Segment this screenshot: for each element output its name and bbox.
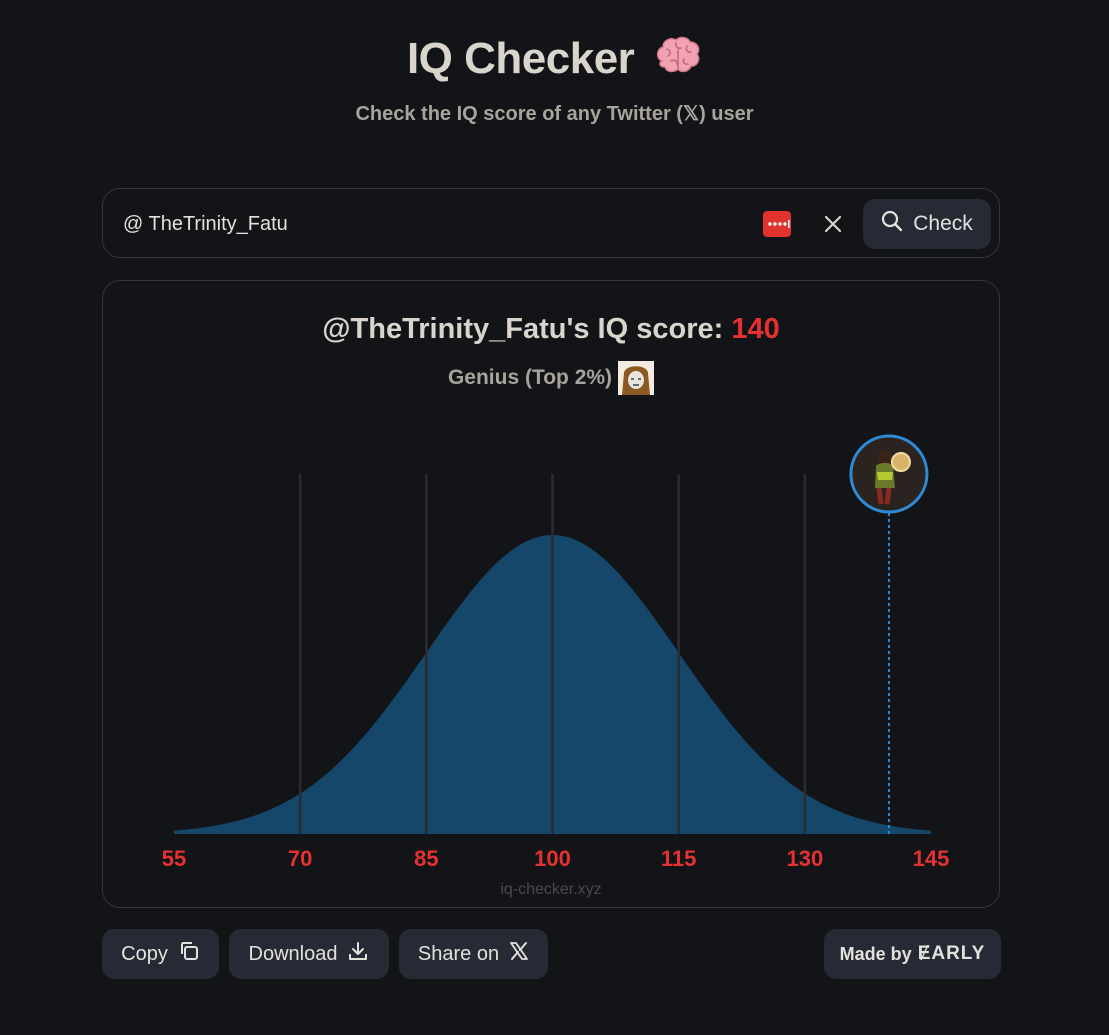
made-by-button[interactable]: Made by ɆARLY [824, 929, 1001, 979]
iq-distribution-chart: 55 70 85 100 115 130 145 [162, 434, 950, 871]
x-tick-label: 115 [661, 846, 697, 871]
search-icon [881, 210, 903, 238]
early-logo: ɆARLY [917, 943, 986, 964]
watermark: iq-checker.xyz [500, 881, 602, 898]
x-tick-label: 130 [786, 846, 823, 871]
download-icon [347, 940, 369, 968]
x-logo-icon [509, 941, 529, 967]
result-card: @TheTrinity_Fatu's IQ score: 140 Genius … [102, 280, 1000, 908]
brain-icon [654, 35, 702, 88]
download-label: Download [248, 942, 338, 965]
username-input[interactable] [123, 211, 743, 237]
download-button[interactable]: Download [229, 929, 389, 979]
title-text: IQ Checker [406, 34, 635, 83]
x-tick-label: 70 [288, 846, 312, 871]
clear-icon[interactable] [819, 210, 847, 238]
page-subtitle: Check the IQ score of any Twitter (𝕏) us… [355, 103, 754, 125]
check-label: Check [913, 212, 973, 235]
x-tick-label: 100 [534, 846, 571, 871]
share-on-x-button[interactable]: Share on [399, 929, 548, 979]
copy-button[interactable]: Copy [102, 929, 219, 979]
copy-label: Copy [121, 942, 168, 965]
share-label: Share on [417, 942, 500, 965]
check-button[interactable]: Check [863, 199, 991, 249]
password-manager-icon[interactable] [763, 211, 791, 237]
x-tick-label: 145 [913, 846, 950, 871]
x-tick-label: 85 [414, 846, 438, 871]
search-bar: Check [102, 188, 1000, 258]
user-avatar[interactable] [849, 434, 929, 514]
made-by-label: Made by [839, 943, 912, 964]
page-title: IQ Checker [0, 34, 1109, 88]
x-tick-label: 55 [162, 846, 186, 871]
copy-icon [178, 940, 200, 968]
